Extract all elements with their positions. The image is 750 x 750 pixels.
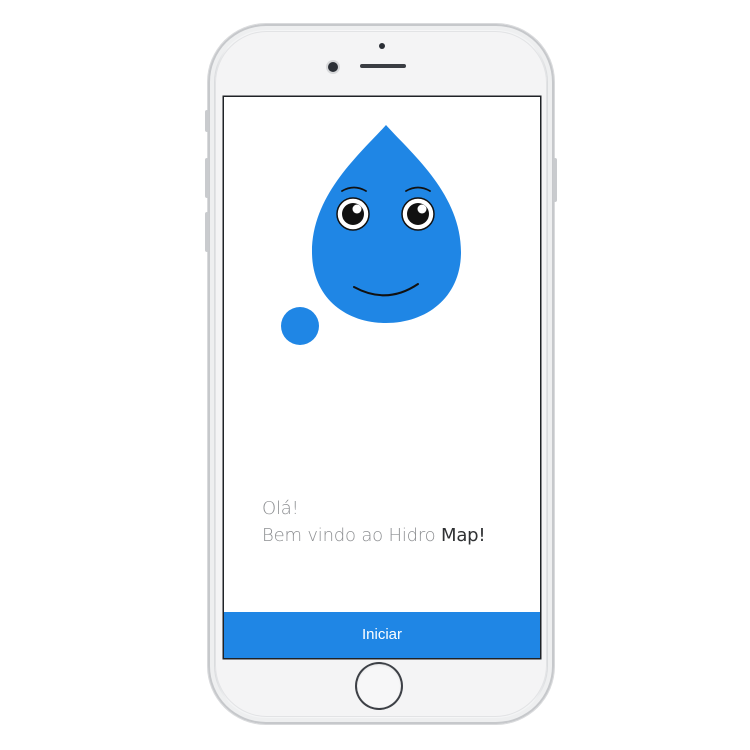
front-camera	[328, 62, 338, 72]
app-screenshot: Olá! Bem vindo ao Hidro Map! Iniciar	[0, 0, 750, 750]
welcome-line-1: Olá!	[262, 498, 299, 519]
proximity-sensor	[379, 43, 385, 49]
water-drop-mascot	[281, 125, 461, 345]
welcome-line-2: Bem vindo ao Hidro Map!	[262, 522, 486, 549]
welcome-text: Bem vindo ao Hidro	[262, 525, 436, 546]
small-bubble	[281, 307, 319, 345]
brand-name: Map!	[441, 525, 486, 546]
start-button[interactable]: Iniciar	[224, 612, 540, 658]
home-button[interactable]	[357, 664, 401, 708]
left-eye	[336, 197, 370, 231]
earpiece-speaker	[360, 64, 406, 68]
phone-volume-up	[205, 158, 209, 198]
welcome-message: Olá! Bem vindo ao Hidro Map!	[262, 495, 486, 549]
right-eye	[401, 197, 435, 231]
app-screen: Olá! Bem vindo ao Hidro Map! Iniciar	[224, 97, 540, 658]
phone-mute-switch	[205, 110, 209, 132]
phone-volume-down	[205, 212, 209, 252]
phone-power-button	[553, 158, 557, 202]
water-drop	[312, 125, 461, 323]
